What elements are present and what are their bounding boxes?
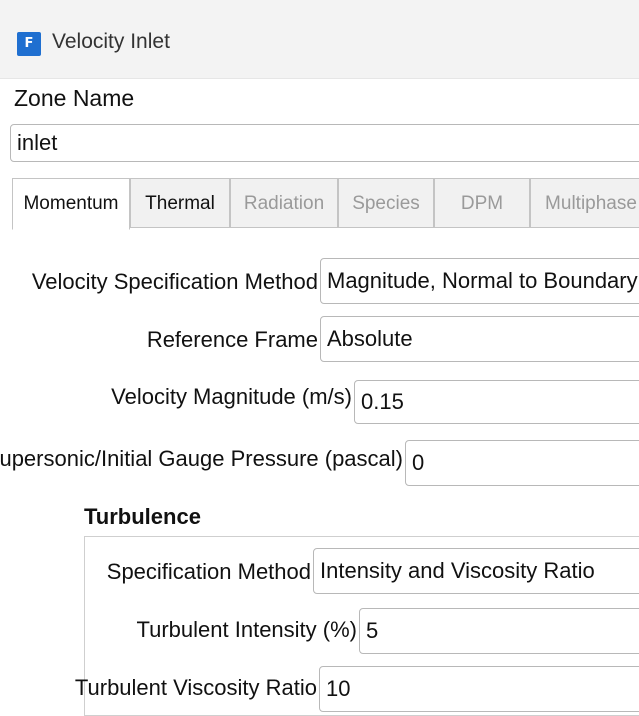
- dialog-titlebar: F Velocity Inlet: [0, 0, 639, 79]
- reference-frame-label: Reference Frame: [146, 327, 318, 352]
- zone-name-input[interactable]: inlet: [10, 124, 639, 162]
- gauge-pressure-input[interactable]: 0: [405, 440, 639, 486]
- tab-divider: [130, 227, 639, 228]
- tab-multiphase: Multiphase: [530, 178, 639, 228]
- tab-thermal[interactable]: Thermal: [130, 178, 230, 228]
- turbulence-spec-dropdown[interactable]: Intensity and Viscosity Ratio: [313, 548, 639, 594]
- reference-frame-dropdown[interactable]: Absolute: [320, 316, 639, 362]
- tab-dpm: DPM: [434, 178, 530, 228]
- tab-bar: Momentum Thermal Radiation Species DPM M…: [12, 178, 639, 230]
- turbulent-viscosity-ratio-input[interactable]: 10: [319, 666, 639, 712]
- tab-species: Species: [338, 178, 434, 228]
- tab-radiation: Radiation: [230, 178, 338, 228]
- zone-name-label: Zone Name: [14, 85, 135, 111]
- velocity-spec-dropdown[interactable]: Magnitude, Normal to Boundary: [320, 258, 639, 304]
- fluent-app-icon: F: [17, 32, 41, 56]
- turbulence-spec-label: Specification Method: [106, 559, 311, 584]
- velocity-magnitude-label: Velocity Magnitude (m/s): [111, 384, 352, 409]
- dialog-title: Velocity Inlet: [52, 30, 170, 53]
- velocity-magnitude-input[interactable]: 0.15: [354, 380, 639, 424]
- tab-momentum[interactable]: Momentum: [12, 178, 130, 230]
- velocity-spec-label: Velocity Specification Method: [31, 269, 318, 294]
- turbulent-intensity-label: Turbulent Intensity (%): [136, 617, 358, 642]
- turbulent-viscosity-ratio-label: Turbulent Viscosity Ratio: [74, 675, 317, 700]
- turbulence-heading: Turbulence: [84, 504, 201, 529]
- turbulent-intensity-input[interactable]: 5: [359, 608, 639, 654]
- gauge-pressure-label: Supersonic/Initial Gauge Pressure (pasca…: [0, 446, 403, 471]
